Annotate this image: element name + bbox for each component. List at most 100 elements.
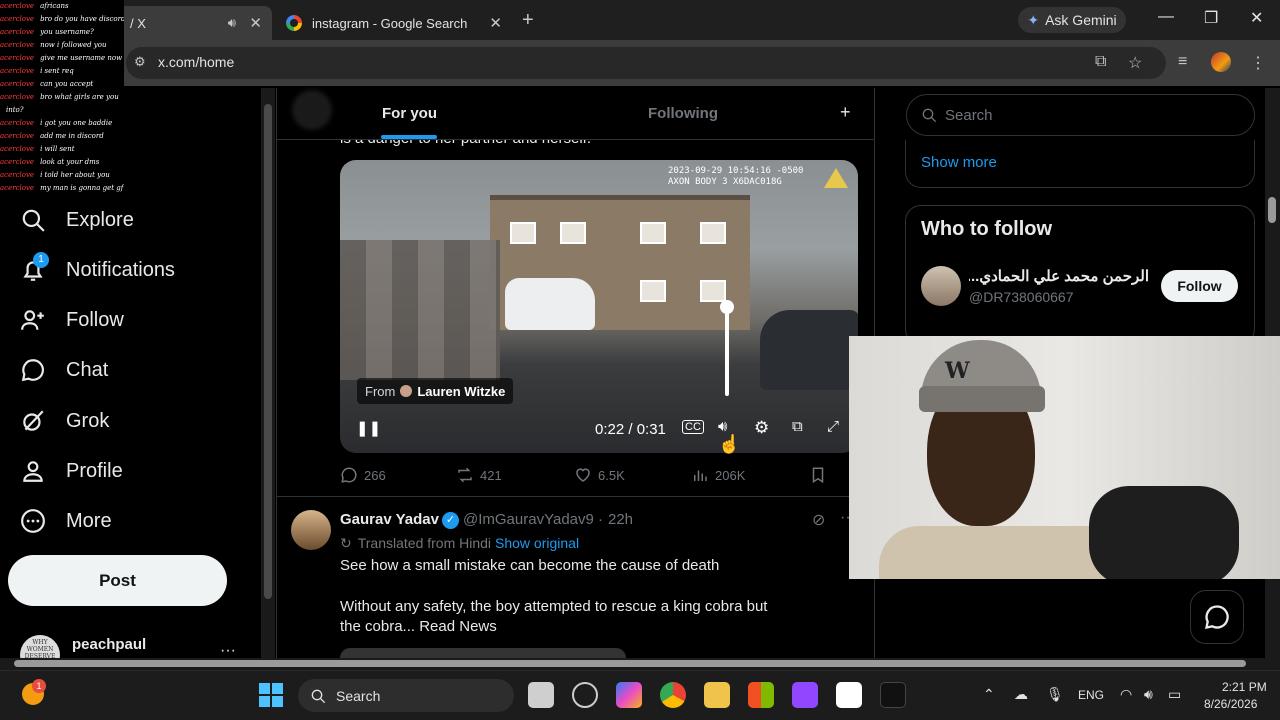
video-player[interactable]: 2023-09-29 10:54:16 -0500 AXON BODY 3 X6… xyxy=(340,160,858,453)
battery-icon[interactable]: ▭ xyxy=(1168,686,1181,703)
video-frame-dark-car xyxy=(760,310,858,390)
input-language[interactable]: ENG xyxy=(1078,688,1104,702)
grok-icon[interactable]: ⊘ xyxy=(812,510,825,530)
install-app-icon[interactable]: ⧉ xyxy=(1095,53,1106,71)
author-name[interactable]: Gaurav Yadav xyxy=(340,511,439,528)
url-text[interactable]: x.com/home xyxy=(158,54,234,70)
chrome-app-icon[interactable] xyxy=(660,682,686,708)
close-window-icon[interactable]: ✕ xyxy=(1250,8,1263,28)
wifi-icon[interactable]: ◠ xyxy=(1120,686,1132,703)
tab-x-home[interactable]: / X 🔊︎ ✕ xyxy=(118,6,272,40)
tab-for-you[interactable]: For you xyxy=(382,105,437,122)
taskbar-search[interactable]: Search xyxy=(298,679,514,712)
close-tab-icon[interactable]: ✕ xyxy=(489,14,502,32)
ask-gemini-button[interactable]: ✦ Ask Gemini xyxy=(1018,7,1126,33)
microphone-tray-icon[interactable]: 🎙︎ xyxy=(1046,686,1064,703)
profile-avatar[interactable] xyxy=(1211,52,1231,72)
media-control-icon[interactable]: ≡ xyxy=(1178,53,1187,71)
suggestion-handle[interactable]: @DR738060667 xyxy=(969,289,1074,305)
fullscreen-icon[interactable]: ⤢ xyxy=(827,418,839,435)
repost-icon xyxy=(458,467,472,483)
restore-icon[interactable]: ❐ xyxy=(1204,8,1218,28)
volume-slider-track[interactable] xyxy=(725,308,729,396)
capcut-app-icon[interactable] xyxy=(836,682,862,708)
show-more-link[interactable]: Show more xyxy=(921,154,997,171)
volume-slider-knob[interactable] xyxy=(720,300,734,314)
post-button[interactable]: Post xyxy=(8,555,227,606)
post-divider xyxy=(277,496,874,497)
speaker-icon[interactable]: 🔊︎ xyxy=(228,15,236,31)
pause-icon[interactable]: ❚❚ xyxy=(356,419,381,437)
picture-in-picture-icon[interactable]: ⧉ xyxy=(792,418,803,435)
chat-text: add me in discord xyxy=(40,132,104,140)
sidebar-item-grok[interactable]: Grok xyxy=(20,401,109,441)
webcam-overlay: W xyxy=(849,336,1280,579)
chat-username: acerclove xyxy=(0,80,35,88)
repost-count: 421 xyxy=(480,467,502,483)
gemini-label: Ask Gemini xyxy=(1045,12,1117,28)
sidebar-item-profile[interactable]: Profile xyxy=(20,451,123,491)
avatar[interactable] xyxy=(921,266,961,306)
views-count: 206K xyxy=(715,467,746,483)
author-handle[interactable]: @ImGauravYadav9 xyxy=(463,511,594,528)
bookmark-star-icon[interactable]: ☆ xyxy=(1128,53,1142,73)
volume-icon[interactable]: 🔊︎ xyxy=(718,418,727,435)
address-bar[interactable] xyxy=(126,47,1166,79)
video-source-chip[interactable]: From Lauren Witzke xyxy=(357,378,514,404)
start-tile xyxy=(259,696,270,707)
sidebar-item-chat[interactable]: Chat xyxy=(20,350,108,390)
close-tab-icon[interactable]: ✕ xyxy=(249,14,262,32)
twitch-app-icon[interactable] xyxy=(792,682,818,708)
file-explorer-icon[interactable] xyxy=(704,682,730,708)
captions-icon[interactable]: CC xyxy=(682,420,704,434)
repost-button[interactable]: 421 xyxy=(456,466,502,484)
chat-text: africans xyxy=(40,2,69,10)
sidebar-item-explore[interactable]: Explore xyxy=(20,200,134,240)
minimize-icon[interactable]: — xyxy=(1158,8,1174,26)
reply-button[interactable]: 266 xyxy=(340,466,386,484)
messages-button[interactable] xyxy=(1190,590,1244,644)
windows-start-icon[interactable] xyxy=(259,683,283,707)
microsoft-store-icon[interactable] xyxy=(748,682,774,708)
tiktok-app-icon[interactable] xyxy=(880,682,906,708)
clock-date[interactable]: 8/26/2026 xyxy=(1204,697,1257,711)
chatgpt-app-icon[interactable] xyxy=(572,682,598,708)
new-tab-button[interactable]: + xyxy=(522,9,534,32)
suggestion-name[interactable]: الرحمن محمد علي الحمادي... xyxy=(969,267,1149,285)
start-tile xyxy=(272,683,283,694)
post-media[interactable] xyxy=(340,648,626,658)
follow-button[interactable]: Follow xyxy=(1161,270,1238,302)
task-view-icon[interactable] xyxy=(528,682,554,708)
account-name[interactable]: peachpaul xyxy=(72,636,146,653)
settings-gear-icon[interactable]: ⚙ xyxy=(754,418,769,438)
site-info-icon[interactable]: ⚙ xyxy=(134,54,146,70)
clock-time[interactable]: 2:21 PM xyxy=(1222,680,1267,694)
tab-following[interactable]: Following xyxy=(648,105,718,122)
page-scrollbar-thumb[interactable] xyxy=(1268,197,1276,223)
show-original-link[interactable]: Show original xyxy=(495,535,579,551)
post-time[interactable]: 22h xyxy=(608,511,633,528)
sidebar-item-more[interactable]: More xyxy=(20,501,112,541)
volume-tray-icon[interactable]: 🔊︎ xyxy=(1144,686,1153,703)
avatar[interactable] xyxy=(291,510,331,550)
search-input[interactable]: Search xyxy=(906,94,1255,136)
onedrive-icon[interactable]: ☁ xyxy=(1014,686,1028,703)
chat-username: acerclove xyxy=(0,171,35,179)
chat-message: acerclove give me username now xyxy=(0,52,124,65)
tab-instagram-search[interactable]: instagram - Google Search ✕ xyxy=(276,6,512,40)
sidebar-scrollbar-thumb[interactable] xyxy=(264,104,272,599)
chat-text: can you accept xyxy=(40,80,94,88)
chrome-menu-icon[interactable]: ⋮ xyxy=(1250,53,1266,73)
views-button[interactable]: 206K xyxy=(691,466,745,484)
chat-username: acerclove xyxy=(0,184,35,192)
bookmark-button[interactable] xyxy=(809,466,827,484)
like-button[interactable]: 6.5K xyxy=(574,466,625,484)
add-feed-icon[interactable]: + xyxy=(840,102,851,123)
bookmark-icon xyxy=(812,467,824,484)
sidebar-item-label: More xyxy=(66,509,112,532)
horizontal-scrollbar-thumb[interactable] xyxy=(14,660,1246,667)
tray-chevron-icon[interactable]: ⌃ xyxy=(983,686,995,703)
sidebar-item-follow[interactable]: Follow xyxy=(20,300,124,340)
copilot-app-icon[interactable] xyxy=(616,682,642,708)
avatar[interactable] xyxy=(292,90,332,130)
